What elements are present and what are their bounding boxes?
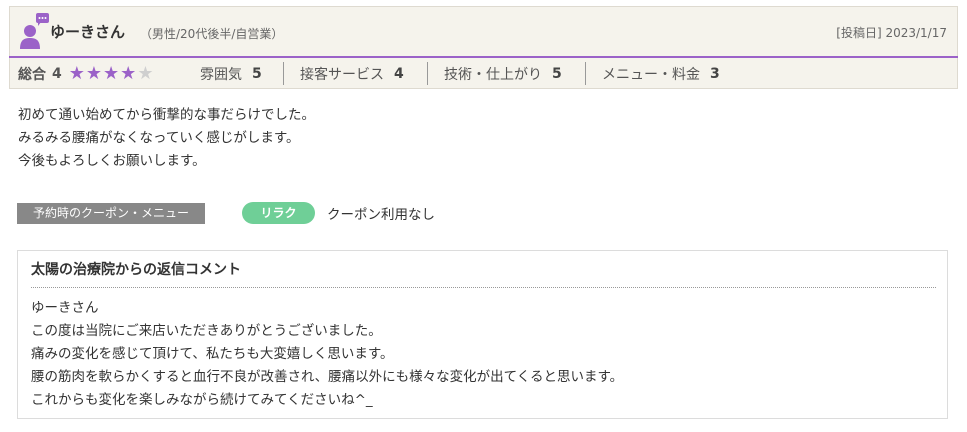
star-icon: ★ xyxy=(68,63,85,84)
coupon-label: 予約時のクーポン・メニュー xyxy=(17,203,205,224)
rating-value: 5 xyxy=(252,66,262,82)
review-line: 初めて通い始めてから衝撃的な事だらけでした。 xyxy=(18,107,315,123)
reply-title: 太陽の治療院からの返信コメント xyxy=(31,262,241,278)
rating-divider xyxy=(585,62,586,85)
overall-rating-label: 総合 xyxy=(18,67,46,83)
rating-menu-price: メニュー・料金 3 xyxy=(602,64,720,84)
reviewer-name: ゆーきさん xyxy=(50,23,126,41)
rating-label: 技術・仕上がり xyxy=(444,67,542,83)
review-line: 今後もよろしくお願いします。 xyxy=(18,153,206,169)
rating-label: メニュー・料金 xyxy=(602,67,700,83)
rating-label: 接客サービス xyxy=(300,67,384,83)
review-body: 初めて通い始めてから衝撃的な事だらけでした。 みるみる腰痛がなくなっていく感じが… xyxy=(18,104,315,173)
rating-divider xyxy=(427,62,428,85)
reply-line: ゆーきさん xyxy=(31,300,99,316)
reply-line: 痛みの変化を感じて頂けて、私たちも大変嬉しく思います。 xyxy=(31,346,394,362)
rating-value: 3 xyxy=(710,66,720,82)
star-icon: ★ xyxy=(103,63,120,84)
star-rating: ★ ★ ★ ★ ★ xyxy=(69,65,155,83)
post-date: [投稿日] 2023/1/17 xyxy=(836,26,947,40)
reviewer-meta: （男性/20代後半/自営業） xyxy=(140,27,284,41)
overall-rating-value: 4 xyxy=(52,66,62,82)
user-chat-icon xyxy=(20,13,49,49)
review-line: みるみる腰痛がなくなっていく感じがします。 xyxy=(18,130,300,146)
rating-technique: 技術・仕上がり 5 xyxy=(444,64,562,84)
reply-body: ゆーきさん この度は当院にご来店いただきありがとうございました。 痛みの変化を感… xyxy=(31,297,623,412)
star-icon: ★ xyxy=(85,63,103,84)
ratings-bar: 総合 4 ★ ★ ★ ★ ★ 雰囲気 5 接客サービス 4 技術・仕上がり 5 メニュー… xyxy=(9,58,958,89)
reply-line: この度は当院にご来店いただきありがとうございました。 xyxy=(31,323,382,339)
rating-divider xyxy=(283,62,284,85)
rating-value: 5 xyxy=(552,66,562,82)
star-icon: ★ xyxy=(137,63,154,84)
coupon-value: クーポン利用なし xyxy=(327,207,435,223)
rating-service: 接客サービス 4 xyxy=(300,64,404,84)
reply-separator xyxy=(31,287,936,288)
coupon-category-badge: リラク xyxy=(242,202,315,224)
review-header: ゆーきさん （男性/20代後半/自営業） [投稿日] 2023/1/17 xyxy=(9,6,958,56)
reply-line: 腰の筋肉を軟らかくすると血行不良が改善され、腰痛以外にも様々な変化が出てくると思… xyxy=(31,369,624,385)
reply-box: 太陽の治療院からの返信コメント ゆーきさん この度は当院にご来店いただきありがと… xyxy=(17,250,948,419)
rating-label: 雰囲気 xyxy=(200,67,242,83)
reply-line: これからも変化を楽しみながら続けてみてくださいね^_ xyxy=(31,392,373,408)
star-icon: ★ xyxy=(120,63,137,84)
overall-rating: 総合 4 ★ ★ ★ ★ ★ xyxy=(18,64,154,84)
rating-atmosphere: 雰囲気 5 xyxy=(200,64,262,84)
rating-value: 4 xyxy=(394,66,404,82)
